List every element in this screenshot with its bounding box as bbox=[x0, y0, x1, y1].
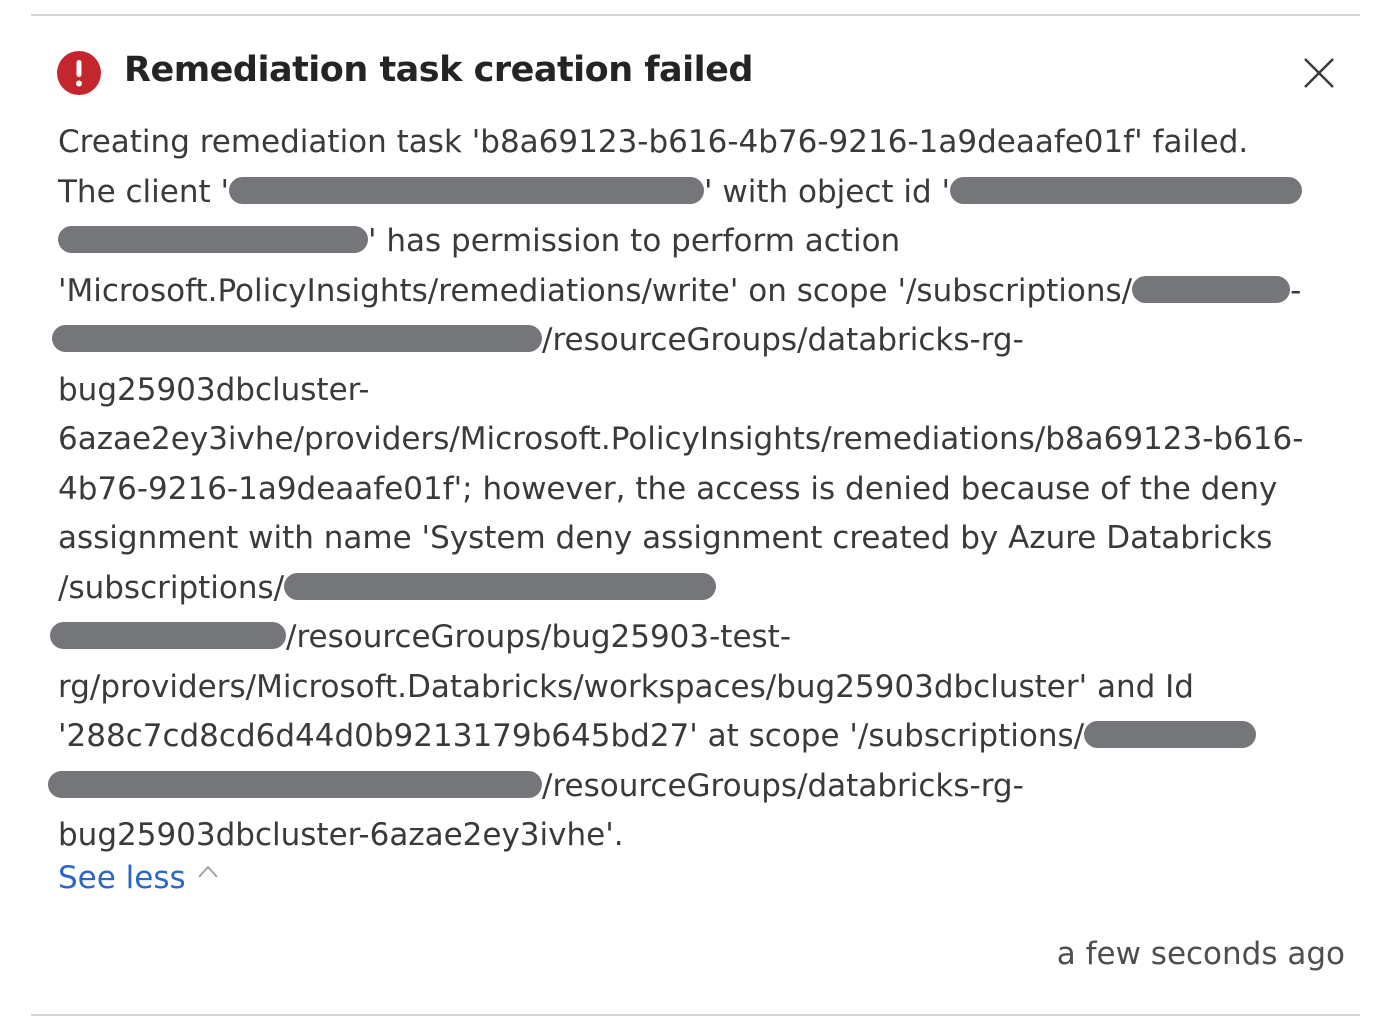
redacted-object-id bbox=[950, 176, 1303, 204]
notification-title: Remediation task creation failed bbox=[124, 50, 753, 90]
message-text: bug25903dbcluster- bbox=[58, 371, 370, 408]
message-text: /resourceGroups/bug25903-test- bbox=[286, 619, 792, 655]
message-text: bug25903dbcluster-6azae2ey3ivhe'. bbox=[58, 817, 624, 853]
notification-timestamp: a few seconds ago bbox=[1056, 936, 1345, 972]
message-text: /resourceGroups/databricks-rg- bbox=[542, 767, 1024, 804]
message-text: - bbox=[1290, 272, 1302, 309]
message-text: 6azae2ey3ivhe/providers/Microsoft.Policy… bbox=[58, 421, 1304, 457]
message-line: '288c7cd8cd6d44d0b9213179b645bd27' at sc… bbox=[58, 712, 1348, 762]
message-text: The client ' bbox=[58, 173, 230, 210]
redacted-subscription-id-continued bbox=[50, 622, 286, 649]
message-text: ' with object id ' bbox=[704, 173, 951, 210]
error-icon bbox=[57, 51, 101, 95]
message-line: bug25903dbcluster- bbox=[58, 366, 1348, 416]
notification-panel: Remediation task creation failed Creatin… bbox=[0, 0, 1383, 1023]
message-text: 4b76-9216-1a9deaafe01f'; however, the ac… bbox=[58, 470, 1278, 507]
redacted-subscription-id bbox=[284, 572, 717, 600]
message-line: Creating remediation task 'b8a69123-b616… bbox=[58, 118, 1348, 168]
message-text: /resourceGroups/databricks-rg- bbox=[542, 322, 1024, 358]
message-text: assignment with name 'System deny assign… bbox=[58, 520, 1273, 556]
message-line: rg/providers/Microsoft.Databricks/worksp… bbox=[58, 663, 1348, 713]
see-less-label: See less bbox=[58, 860, 186, 896]
message-text: /subscriptions/ bbox=[58, 569, 285, 606]
message-line: ' has permission to perform action bbox=[58, 217, 1348, 267]
close-icon[interactable] bbox=[1300, 54, 1338, 92]
message-line: 4b76-9216-1a9deaafe01f'; however, the ac… bbox=[58, 465, 1348, 515]
bottom-divider bbox=[31, 1014, 1360, 1016]
message-text: ' has permission to perform action bbox=[368, 223, 901, 259]
message-line: bug25903dbcluster-6azae2ey3ivhe'. bbox=[58, 811, 1348, 861]
redacted-subscription-id-continued bbox=[48, 770, 542, 798]
message-text: rg/providers/Microsoft.Databricks/worksp… bbox=[58, 668, 1194, 705]
message-line: 6azae2ey3ivhe/providers/Microsoft.Policy… bbox=[58, 415, 1348, 465]
message-line: 'Microsoft.PolicyInsights/remediations/w… bbox=[58, 267, 1348, 317]
message-line: /resourceGroups/databricks-rg- bbox=[52, 316, 1348, 366]
message-text: '288c7cd8cd6d44d0b9213179b645bd27' at sc… bbox=[58, 718, 1085, 754]
message-line: The client ' ' with object id ' bbox=[58, 168, 1348, 218]
message-text: 'Microsoft.PolicyInsights/remediations/w… bbox=[58, 272, 1133, 309]
message-line: /subscriptions/ bbox=[58, 564, 1348, 614]
message-line: /resourceGroups/bug25903-test- bbox=[50, 613, 1348, 663]
see-less-link[interactable]: See less bbox=[58, 860, 218, 896]
notification-message: Creating remediation task 'b8a69123-b616… bbox=[48, 118, 1348, 861]
redacted-subscription-id-continued bbox=[52, 325, 542, 352]
message-line: /resourceGroups/databricks-rg- bbox=[48, 762, 1348, 812]
redacted-client-name bbox=[229, 176, 705, 204]
redacted-subscription-id bbox=[1084, 721, 1257, 748]
redacted-subscription-id bbox=[1132, 275, 1291, 303]
top-divider bbox=[31, 14, 1360, 16]
redacted-object-id-continued bbox=[58, 226, 368, 253]
message-line: assignment with name 'System deny assign… bbox=[58, 514, 1348, 564]
chevron-up-icon bbox=[198, 865, 218, 878]
message-text: Creating remediation task 'b8a69123-b616… bbox=[58, 124, 1249, 160]
